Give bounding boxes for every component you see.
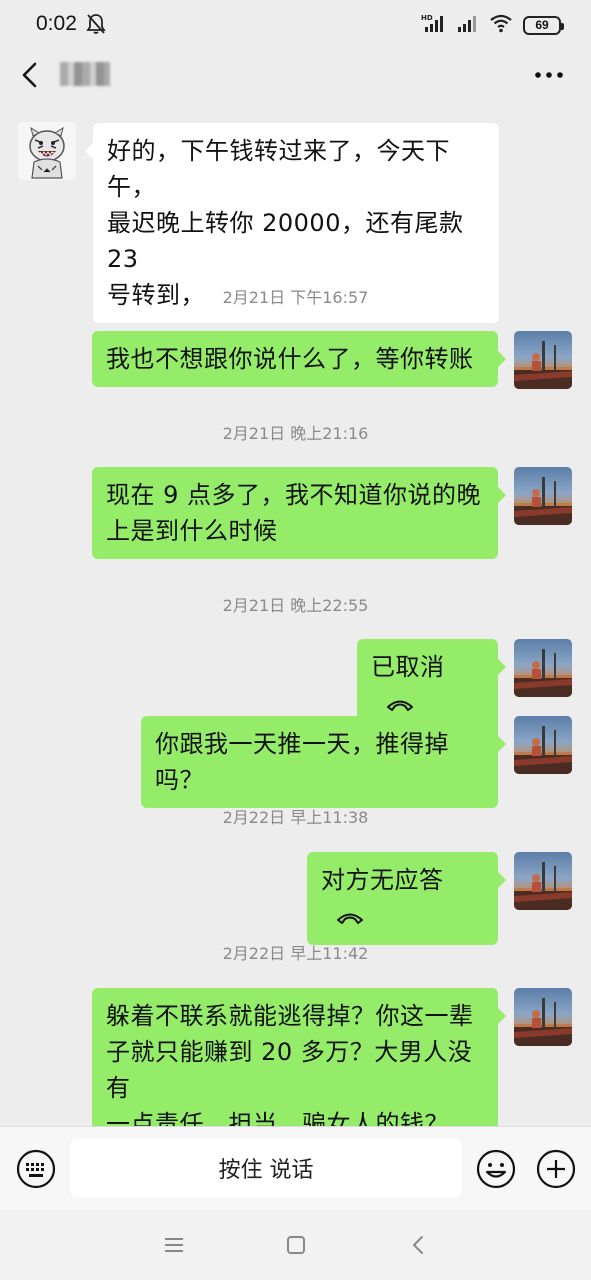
my-avatar[interactable] <box>514 988 572 1046</box>
phone-hangup-icon <box>335 899 365 935</box>
system-nav-bar <box>0 1210 591 1280</box>
message-line: 现在 9 点多了，我不知道你说的晚 <box>106 481 482 509</box>
timestamp: 2月21日 下午16:57 <box>222 288 369 307</box>
my-avatar[interactable] <box>514 716 572 774</box>
battery-icon: 69 <box>523 15 564 35</box>
timestamp: 2月22日 早上11:38 <box>222 808 369 827</box>
status-time: 0:02 <box>36 12 77 35</box>
contact-avatar[interactable] <box>18 122 76 180</box>
hold-to-talk-button[interactable]: 按住 说话 <box>70 1139 462 1197</box>
message-bubble-sent[interactable]: 你跟我一天推一天，推得掉吗？ <box>141 716 506 808</box>
svg-text:HD: HD <box>421 14 433 22</box>
timestamp: 2月21日 晚上21:16 <box>222 424 369 443</box>
more-icon[interactable] <box>533 60 565 90</box>
bell-off-icon <box>86 13 106 39</box>
message-line: 好的，下午钱转过来了，今天下午， <box>107 137 450 201</box>
message-line: 你跟我一天推一天，推得掉吗？ <box>155 730 449 794</box>
signal-icon <box>457 13 479 37</box>
my-avatar[interactable] <box>514 639 572 697</box>
wifi-icon <box>489 13 513 37</box>
call-status-text: 已取消 <box>371 653 445 681</box>
chat-header: ■■ <box>0 50 591 102</box>
home-icon[interactable] <box>283 1232 309 1258</box>
chat-area[interactable]: 好的，下午钱转过来了，今天下午， 最迟晚上转你 20000，还有尾款 23 号转… <box>0 102 591 1126</box>
message-line: 上是到什么时候 <box>106 517 278 545</box>
message-line: 子就只能赚到 20 多万？大男人没有 <box>106 1038 473 1102</box>
message-line: 最迟晚上转你 20000，还有尾款 23 <box>107 209 464 273</box>
message-line: 我也不想跟你说什么了，等你转账 <box>106 345 474 373</box>
call-record-bubble[interactable]: 对方无应答 <box>307 852 506 945</box>
message-line: 一点责任，担当，骗女人的钱？ <box>106 1110 449 1126</box>
hd-signal-icon: HD <box>421 13 447 37</box>
message-bubble-sent[interactable]: 我也不想跟你说什么了，等你转账 <box>92 331 506 387</box>
back-nav-icon[interactable] <box>406 1232 432 1258</box>
timestamp: 2月22日 早上11:42 <box>222 944 369 963</box>
timestamp: 2月21日 晚上22:55 <box>222 596 369 615</box>
call-status-text: 对方无应答 <box>321 866 444 894</box>
message-line: 躲着不联系就能逃得掉？你这一辈 <box>106 1002 474 1030</box>
plus-icon[interactable] <box>536 1149 576 1189</box>
my-avatar[interactable] <box>514 467 572 525</box>
status-bar: 0:02 HD 69 <box>0 0 591 50</box>
message-bubble-sent[interactable]: 现在 9 点多了，我不知道你说的晚 上是到什么时候 <box>92 467 506 559</box>
message-bubble-sent[interactable]: 躲着不联系就能逃得掉？你这一辈 子就只能赚到 20 多万？大男人没有 一点责任，… <box>92 988 506 1126</box>
chat-title: ■■ <box>60 62 110 86</box>
back-icon[interactable] <box>16 60 46 90</box>
my-avatar[interactable] <box>514 331 572 389</box>
keyboard-icon[interactable] <box>16 1149 56 1189</box>
menu-icon[interactable] <box>161 1232 187 1258</box>
emoji-icon[interactable] <box>476 1149 516 1189</box>
status-icons: HD 69 <box>421 13 564 37</box>
input-bar: 按住 说话 <box>0 1126 591 1210</box>
my-avatar[interactable] <box>514 852 572 910</box>
